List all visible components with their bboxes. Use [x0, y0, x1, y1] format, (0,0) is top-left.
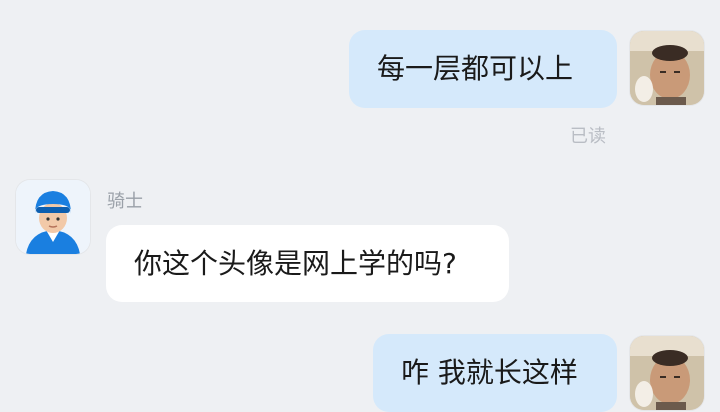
read-receipt: 已读 [570, 126, 606, 147]
self-avatar[interactable] [630, 31, 704, 105]
chat-conversation: 每一层都可以上 已读 骑士 你这个头像是网上学的吗? 咋 我就长这样 [0, 0, 720, 412]
message-text: 你这个头像是网上学的吗? [134, 246, 457, 280]
message-text: 每一层都可以上 [377, 52, 574, 85]
rider-avatar[interactable] [16, 180, 90, 254]
outgoing-message-bubble[interactable]: 每一层都可以上 [349, 30, 617, 108]
sender-name: 骑士 [107, 191, 143, 212]
self-avatar[interactable] [630, 336, 704, 410]
message-text: 咋 我就长这样 [401, 356, 578, 389]
user-photo-avatar-icon [630, 31, 704, 105]
delivery-rider-helmet-avatar-icon [16, 180, 90, 254]
user-photo-avatar-icon [630, 336, 704, 410]
outgoing-message-bubble[interactable]: 咋 我就长这样 [373, 334, 617, 412]
incoming-message-bubble[interactable]: 你这个头像是网上学的吗? [106, 225, 509, 302]
